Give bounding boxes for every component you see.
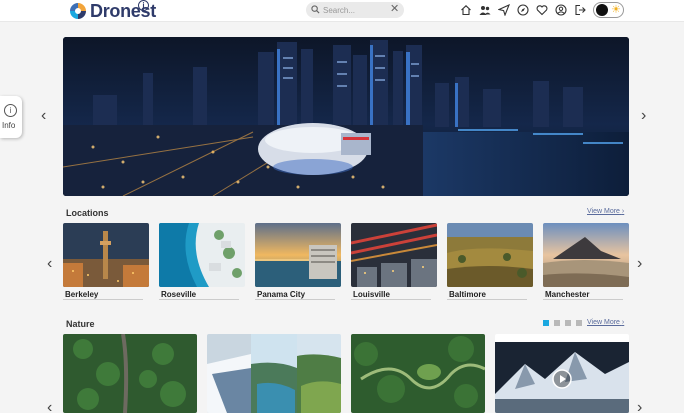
berkeley-photo xyxy=(63,223,149,287)
search-input[interactable] xyxy=(323,3,387,17)
info-side-tab[interactable]: i Info xyxy=(0,96,22,138)
nature-view-more-label: View More xyxy=(587,319,620,326)
locations-view-more-label: View More xyxy=(587,208,620,215)
location-card[interactable]: Louisville xyxy=(351,223,437,300)
account-icon[interactable] xyxy=(555,4,567,16)
users-icon[interactable] xyxy=(479,4,491,16)
locations-prev-arrow[interactable]: ‹ xyxy=(47,256,52,272)
info-icon: i xyxy=(4,104,17,117)
nature-page-dot-2[interactable] xyxy=(554,320,560,326)
clear-search-icon[interactable]: ✕ xyxy=(390,4,399,15)
location-card[interactable]: Berkeley xyxy=(63,223,149,300)
nature-page-dot-1[interactable] xyxy=(543,320,549,326)
glacier-lake-collage-photo xyxy=(207,334,341,413)
green-valley-river-photo xyxy=(351,334,485,413)
card-divider xyxy=(255,299,335,300)
location-name: Manchester xyxy=(545,290,590,299)
nature-card[interactable] xyxy=(351,334,485,413)
city-night-skyline-image xyxy=(63,37,629,196)
card-divider xyxy=(447,299,527,300)
compass-icon[interactable] xyxy=(517,4,529,16)
location-name: Roseville xyxy=(161,290,197,299)
theme-toggle[interactable]: ☀ xyxy=(593,2,624,18)
nature-page-dot-3[interactable] xyxy=(565,320,571,326)
card-divider xyxy=(543,299,623,300)
info-tab-label: Info xyxy=(2,121,16,130)
location-card[interactable]: Roseville xyxy=(159,223,245,300)
locations-next-arrow[interactable]: › xyxy=(637,256,642,272)
nature-title: Nature xyxy=(66,319,95,329)
hero-prev-arrow[interactable]: ‹ xyxy=(41,108,46,124)
card-divider xyxy=(159,299,239,300)
location-name: Louisville xyxy=(353,290,390,299)
search-icon xyxy=(311,5,320,14)
locations-title: Locations xyxy=(66,208,109,218)
hero-next-arrow[interactable]: › xyxy=(641,108,646,124)
chevron-right-icon: › xyxy=(621,319,625,326)
search-box[interactable]: ✕ xyxy=(306,2,404,18)
panama-city-photo xyxy=(255,223,341,287)
nature-prev-arrow[interactable]: ‹ xyxy=(47,400,52,413)
nature-card[interactable] xyxy=(207,334,341,413)
forest-road-photo xyxy=(63,334,197,413)
heart-icon[interactable] xyxy=(536,4,548,16)
play-button-icon[interactable] xyxy=(552,369,572,389)
nature-card[interactable] xyxy=(63,334,197,413)
baltimore-photo xyxy=(447,223,533,287)
hero-slide-image[interactable] xyxy=(63,37,629,196)
card-divider xyxy=(63,299,143,300)
manchester-photo xyxy=(543,223,629,287)
location-name: Baltimore xyxy=(449,290,486,299)
location-name: Panama City xyxy=(257,290,306,299)
location-card[interactable]: Panama City xyxy=(255,223,341,300)
nature-view-more-link[interactable]: View More › xyxy=(587,319,624,326)
nature-page-dot-4[interactable] xyxy=(576,320,582,326)
location-card[interactable]: Baltimore xyxy=(447,223,533,300)
chevron-right-icon: › xyxy=(621,208,625,215)
top-bar: Dronest i ✕ ☀ xyxy=(0,0,684,22)
brand-info-icon[interactable]: i xyxy=(138,0,149,11)
sun-icon: ☀ xyxy=(611,4,621,16)
card-divider xyxy=(351,299,431,300)
nature-card[interactable] xyxy=(495,334,629,413)
louisville-photo xyxy=(351,223,437,287)
home-icon[interactable] xyxy=(460,4,472,16)
dark-mode-knob xyxy=(596,4,608,16)
location-name: Berkeley xyxy=(65,290,99,299)
dronest-logo-icon[interactable] xyxy=(68,1,88,21)
locations-view-more-link[interactable]: View More › xyxy=(587,208,624,215)
roseville-photo xyxy=(159,223,245,287)
logout-icon[interactable] xyxy=(574,4,586,16)
send-icon[interactable] xyxy=(498,4,510,16)
location-card[interactable]: Manchester xyxy=(543,223,629,300)
nature-next-arrow[interactable]: › xyxy=(637,400,642,413)
